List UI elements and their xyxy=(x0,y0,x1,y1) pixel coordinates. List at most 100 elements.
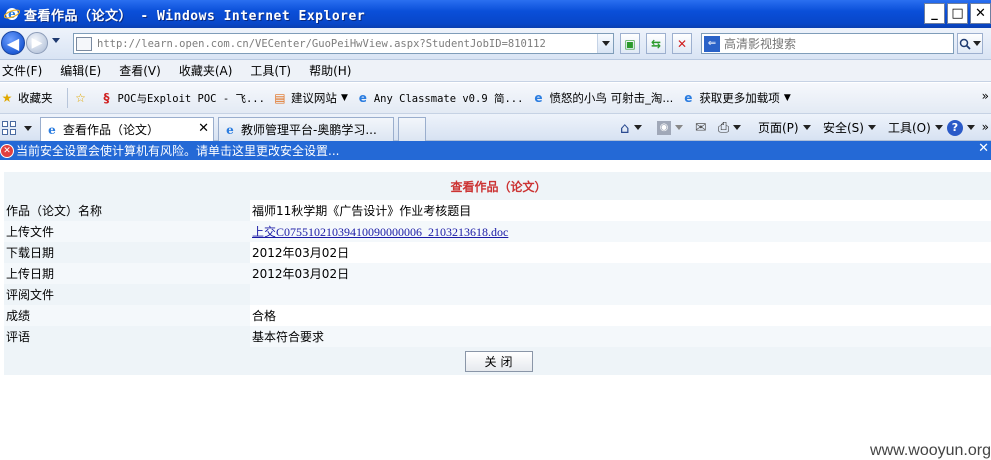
help-button[interactable]: ? xyxy=(947,117,975,138)
new-tab-button[interactable] xyxy=(398,117,426,141)
favorites-button[interactable]: ★ 收藏夹 xyxy=(0,90,53,106)
chevron-down-icon xyxy=(733,125,742,130)
safety-menu-button[interactable]: 安全(S) xyxy=(823,117,876,138)
read-mail-button[interactable]: ✉ xyxy=(695,117,707,138)
history-dropdown-icon[interactable] xyxy=(52,38,60,43)
field-label-title: 作品（论文）名称 xyxy=(4,200,250,221)
work-details-table: 查看作品（论文） 作品（论文）名称 福师11秋学期《广告设计》作业考核题目 上传… xyxy=(4,172,991,375)
tab-view-work[interactable]: e 查看作品（论文） ✕ xyxy=(40,117,214,141)
maximize-button[interactable]: □ xyxy=(947,3,968,24)
close-window-button[interactable]: ✕ xyxy=(970,3,991,24)
rss-feed-icon: ◉ xyxy=(657,120,671,135)
button-row: 关闭 xyxy=(4,347,991,375)
search-input[interactable] xyxy=(724,36,944,51)
field-label-upload-date: 上传日期 xyxy=(4,263,250,284)
menu-help[interactable]: 帮助(H) xyxy=(301,62,359,79)
address-toolbar: ◀ ▶ http://learn.open.com.cn/VECenter/Gu… xyxy=(0,28,991,60)
field-label-download-date: 下载日期 xyxy=(4,242,250,263)
tab-teacher-platform[interactable]: e 教师管理平台-奥鹏学习... xyxy=(218,117,394,141)
field-value-review-file xyxy=(250,284,991,305)
close-button[interactable]: 关闭 xyxy=(464,350,533,372)
tools-menu-label: 工具(O) xyxy=(888,121,931,135)
close-info-bar-icon[interactable]: ✕ xyxy=(978,141,989,156)
ie-page-icon: e xyxy=(358,91,367,105)
field-label-grade: 成绩 xyxy=(4,305,250,326)
favorite-link-addons[interactable]: e 获取更多加载项 ▼ xyxy=(681,90,791,106)
favorites-overflow-icon[interactable]: » xyxy=(982,89,989,103)
ie-page-icon: e xyxy=(684,91,693,105)
safety-menu-label: 安全(S) xyxy=(823,121,864,135)
address-url[interactable]: http://learn.open.com.cn/VECenter/GuoPei… xyxy=(97,38,546,50)
mail-icon: ✉ xyxy=(695,119,707,136)
uploaded-file-link[interactable]: 上交C07551021039410090000006_2103213618.do… xyxy=(252,225,508,239)
help-icon: ? xyxy=(947,119,963,136)
favorite-link-label: POC与Exploit POC - 飞... xyxy=(117,92,265,105)
tools-menu-button[interactable]: 工具(O) xyxy=(888,117,943,138)
page-menu-label: 页面(P) xyxy=(758,121,799,135)
field-value-grade: 合格 xyxy=(250,305,991,326)
forward-button[interactable]: ▶ xyxy=(26,32,48,54)
field-value-upload-file: 上交C07551021039410090000006_2103213618.do… xyxy=(250,221,991,242)
svg-text:e: e xyxy=(226,123,234,137)
search-button[interactable] xyxy=(957,33,983,54)
favorites-bar: ★ 收藏夹 ☆ § POC与Exploit POC - 飞... ▤ 建议网站 … xyxy=(0,83,991,114)
address-bar[interactable]: http://learn.open.com.cn/VECenter/GuoPei… xyxy=(73,33,614,54)
stop-button[interactable]: ✕ xyxy=(672,33,692,54)
forward-arrow-icon: ▶ xyxy=(31,35,43,51)
feeds-button[interactable]: ◉ xyxy=(657,117,683,138)
info-bar-message[interactable]: 当前安全设置会使计算机有风险。请单击这里更改安全设置... xyxy=(16,142,339,159)
tab-list-button[interactable] xyxy=(21,120,35,136)
chevron-down-icon xyxy=(675,125,683,130)
ie-page-icon: e xyxy=(534,91,543,105)
svg-text:e: e xyxy=(8,7,16,21)
quick-tabs-icon[interactable] xyxy=(0,119,18,137)
page-menu-button[interactable]: 页面(P) xyxy=(758,117,811,138)
chevron-down-icon xyxy=(934,125,943,130)
favorite-link-angrybirds[interactable]: e 愤怒的小鸟 可射击_淘... xyxy=(531,90,673,106)
command-overflow-icon[interactable]: » xyxy=(982,120,989,134)
star-icon: ★ xyxy=(1,91,13,105)
menu-edit[interactable]: 编辑(E) xyxy=(52,62,109,79)
security-info-bar[interactable]: ✕ 当前安全设置会使计算机有风险。请单击这里更改安全设置... ✕ xyxy=(0,141,991,160)
menu-tools[interactable]: 工具(T) xyxy=(242,62,299,79)
menu-view[interactable]: 查看(V) xyxy=(111,62,169,79)
field-value-title: 福师11秋学期《广告设计》作业考核题目 xyxy=(250,200,991,221)
menu-file[interactable]: 文件(F) xyxy=(0,62,50,79)
compatibility-view-button[interactable]: ▣ xyxy=(620,33,640,54)
home-button[interactable]: ⌂ xyxy=(620,117,642,138)
chevron-down-icon xyxy=(802,125,811,130)
field-label-comment: 评语 xyxy=(4,326,250,347)
page-content: 查看作品（论文） 作品（论文）名称 福师11秋学期《广告设计》作业考核题目 上传… xyxy=(0,160,991,460)
page-icon xyxy=(76,36,92,51)
watermark: www.wooyun.org xyxy=(870,442,991,459)
add-favorite-button[interactable]: ☆ xyxy=(74,91,92,105)
field-label-review-file: 评阅文件 xyxy=(4,284,250,305)
ie-page-icon: e xyxy=(226,123,234,137)
field-label-upload-file: 上传文件 xyxy=(4,221,250,242)
favorite-link-classmate[interactable]: e Any Classmate v0.9 简... xyxy=(356,91,524,106)
ie-page-icon: e xyxy=(48,123,56,137)
chevron-down-icon xyxy=(601,41,610,46)
ie-logo-icon: e xyxy=(4,7,20,21)
back-arrow-icon: ◀ xyxy=(6,33,20,53)
chevron-down-icon xyxy=(967,125,975,130)
window-title: 查看作品（论文） - Windows Internet Explorer xyxy=(24,8,366,24)
search-icon xyxy=(959,38,971,50)
print-button[interactable]: ⎙ xyxy=(718,117,742,138)
favorite-link-suggested[interactable]: ▤ 建议网站 ▼ xyxy=(273,90,348,106)
tab-label: 查看作品（论文） xyxy=(63,123,160,137)
field-value-download-date: 2012年03月02日 xyxy=(250,242,991,263)
back-button[interactable]: ◀ xyxy=(1,31,25,55)
close-tab-icon[interactable]: ✕ xyxy=(198,121,209,136)
address-dropdown-button[interactable] xyxy=(597,34,613,53)
warning-icon: ✕ xyxy=(0,143,14,158)
favorite-link-poc[interactable]: § POC与Exploit POC - 飞... xyxy=(100,91,265,106)
refresh-button[interactable]: ⇆ xyxy=(646,33,666,54)
refresh-icon: ⇆ xyxy=(650,36,662,51)
chevron-down-icon xyxy=(867,125,876,130)
chevron-down-icon: ▼ xyxy=(783,93,791,103)
minimize-button[interactable]: _ xyxy=(924,3,945,24)
search-box[interactable]: ⇐ xyxy=(701,33,954,54)
menu-favorites[interactable]: 收藏夹(A) xyxy=(171,62,241,79)
chevron-down-icon: ▼ xyxy=(340,93,348,103)
